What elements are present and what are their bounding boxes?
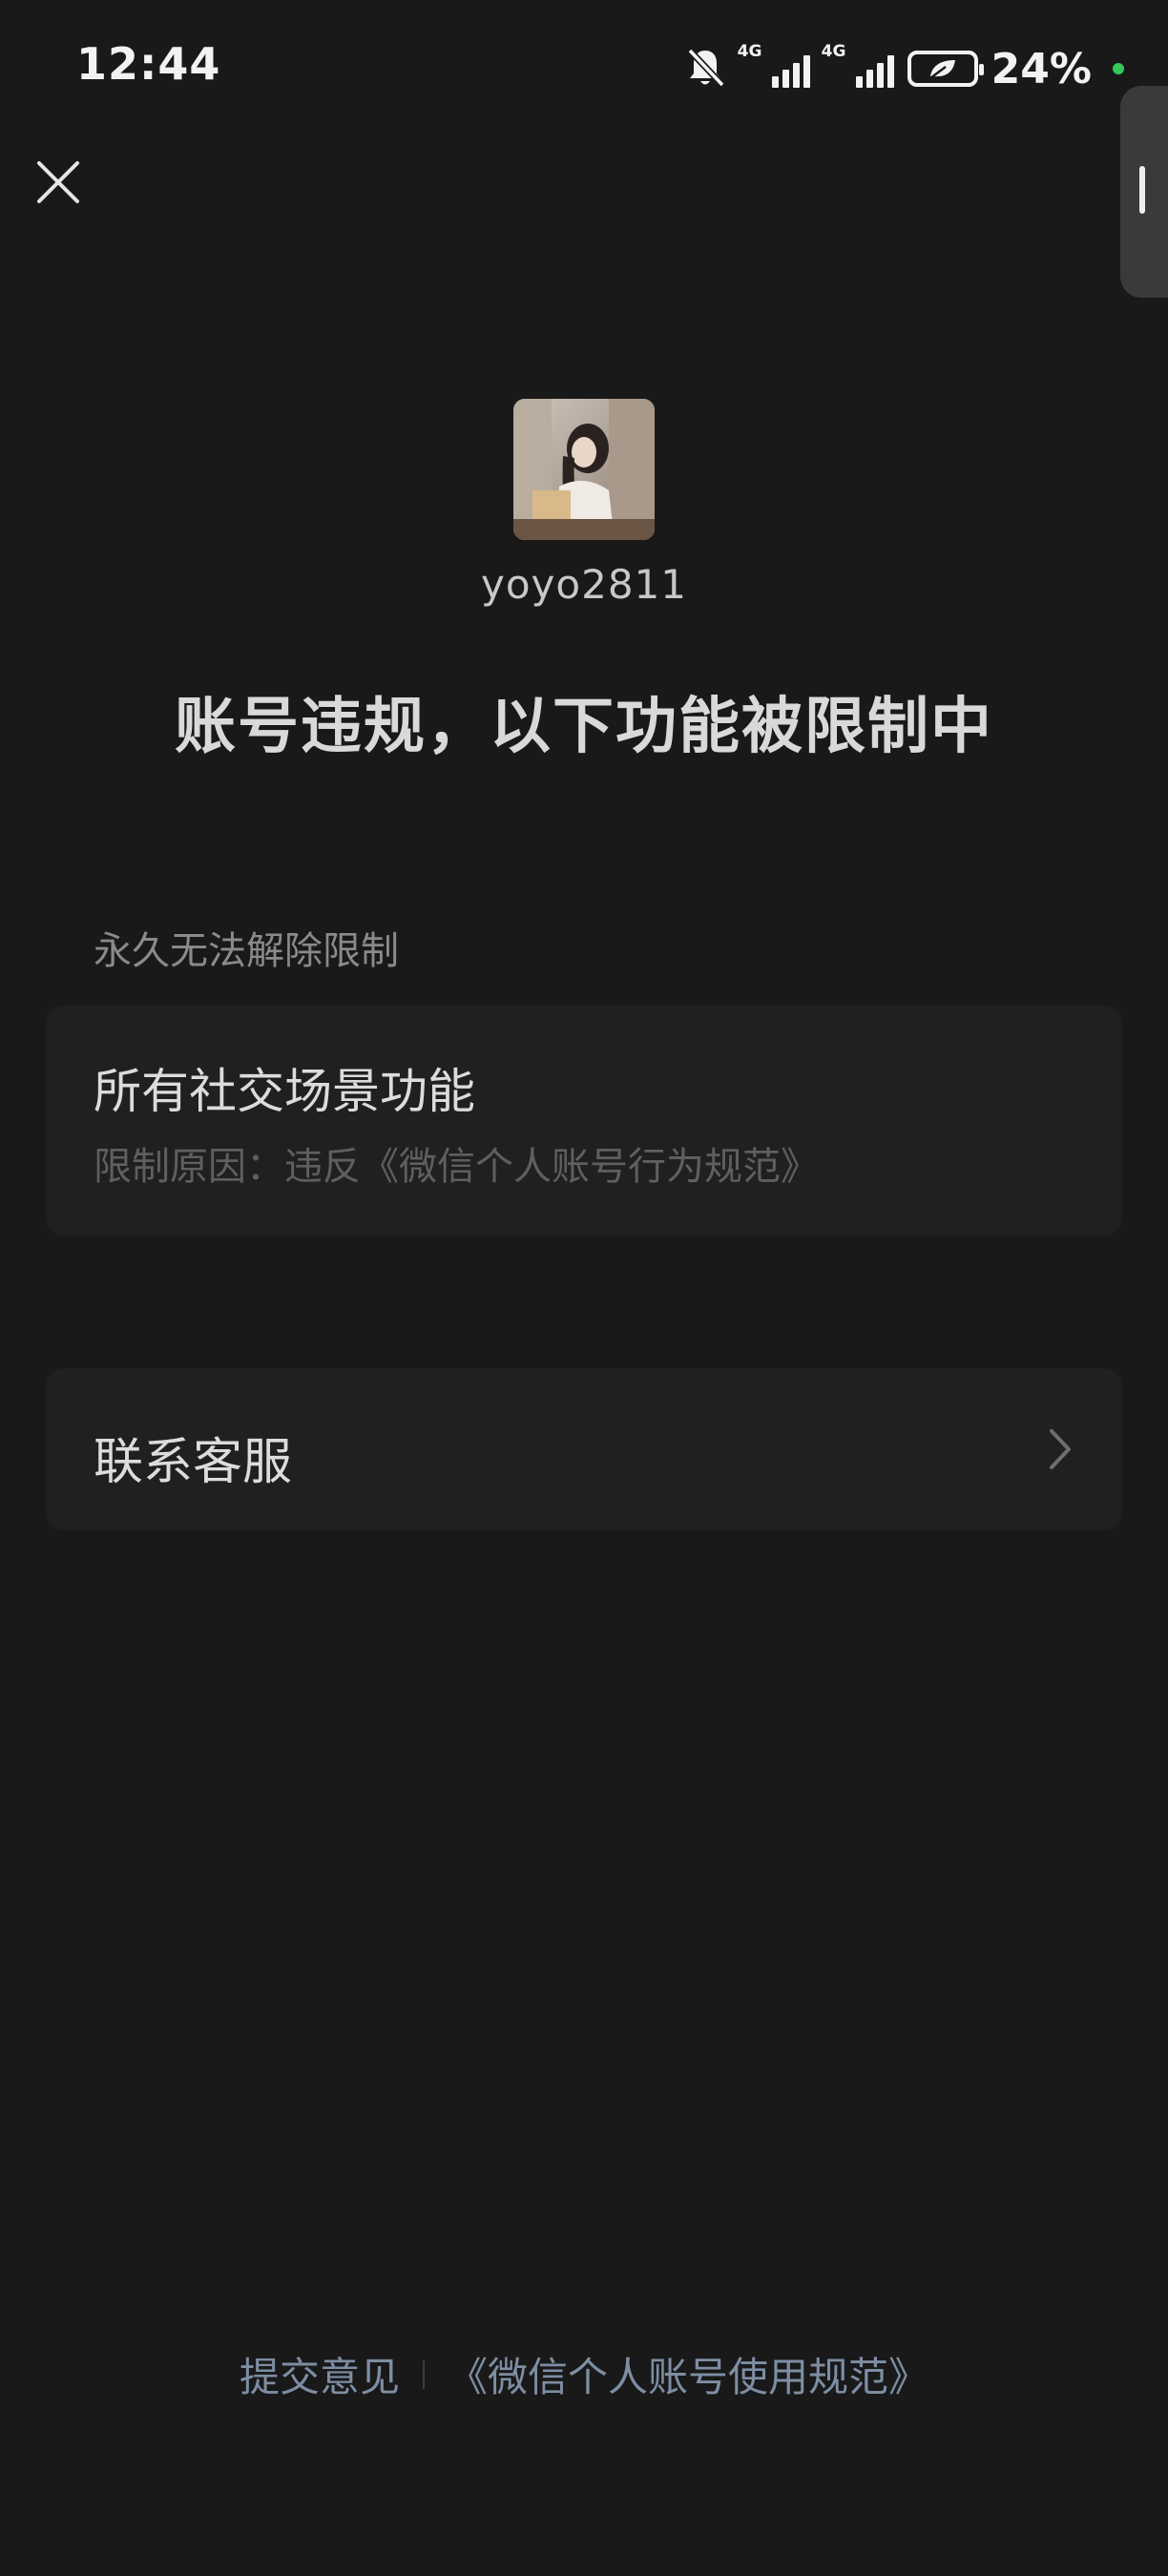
contact-support-label: 联系客服 [94, 1434, 293, 1491]
close-icon [37, 161, 79, 203]
close-button[interactable] [29, 153, 88, 212]
network-type-label: 4G [737, 42, 762, 61]
restriction-reason: 限制原因：违反《微信个人账号行为规范》 [94, 1145, 819, 1189]
footer-links: 提交意见 《微信个人账号使用规范》 [0, 2345, 1168, 2403]
page-title: 账号违规，以下功能被限制中 [175, 692, 993, 762]
signal-icon: 4G [822, 42, 894, 88]
restriction-screen: 12:44 4G 4G 24% yoyo2811 账号违规，以下功能被限制中 永… [0, 0, 1168, 2576]
signal-icon: 4G [738, 42, 810, 88]
battery-percentage: 24% [991, 44, 1092, 93]
submit-feedback-link[interactable]: 提交意见 [240, 2345, 400, 2403]
section-label: 永久无法解除限制 [94, 929, 399, 973]
status-icons: 4G 4G 24% [684, 40, 1124, 97]
footer-divider [423, 2359, 425, 2389]
avatar [513, 399, 655, 540]
status-time: 12:44 [76, 38, 221, 90]
network-type-label: 4G [821, 42, 846, 61]
username: yoyo2811 [481, 561, 687, 608]
policy-link[interactable]: 《微信个人账号使用规范》 [448, 2345, 928, 2403]
chevron-right-icon [1050, 1429, 1071, 1469]
battery-leaf-icon [907, 51, 984, 87]
privacy-indicator-dot [1113, 63, 1124, 74]
restriction-card: 所有社交场景功能 限制原因：违反《微信个人账号行为规范》 [46, 1006, 1122, 1236]
bell-muted-icon [684, 45, 726, 93]
contact-support-button[interactable]: 联系客服 [46, 1368, 1122, 1530]
edge-panel-handle[interactable] [1120, 86, 1168, 298]
restricted-feature-title: 所有社交场景功能 [94, 1064, 475, 1119]
